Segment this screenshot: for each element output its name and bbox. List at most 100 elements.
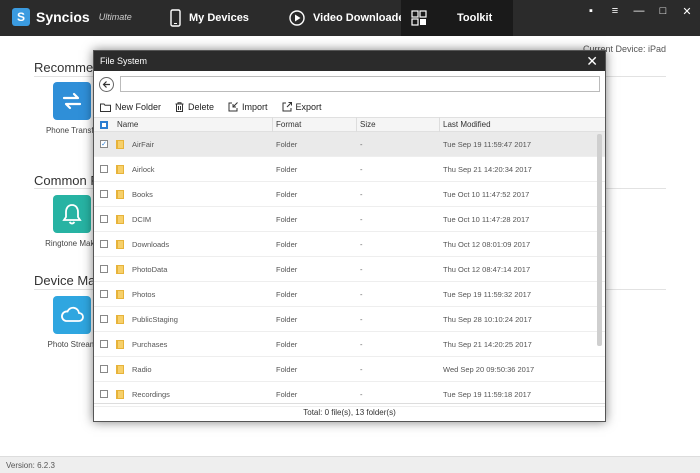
format-cell: Folder (276, 189, 298, 199)
name-cell: PublicStaging (114, 314, 272, 324)
size-cell: - (360, 364, 363, 374)
row-checkbox[interactable] (94, 315, 114, 323)
format-cell: Folder (276, 389, 298, 399)
last-modified-cell: Thu Oct 12 08:01:09 2017 (443, 239, 531, 249)
app-name: Syncios (36, 9, 90, 25)
transfer-arrows-icon (53, 82, 91, 120)
folder-icon (116, 164, 124, 174)
file-name: Radio (132, 364, 152, 374)
row-checkbox[interactable] (94, 265, 114, 273)
vertical-scrollbar[interactable] (597, 134, 602, 346)
dialog-title: File System (100, 56, 148, 66)
column-header-size[interactable]: Size (356, 117, 439, 132)
format-cell: Folder (276, 164, 298, 174)
size-cell: - (360, 239, 363, 249)
last-modified-cell: Thu Sep 28 10:10:24 2017 (443, 314, 532, 324)
menu-icon[interactable]: ≡ (608, 5, 622, 17)
format-cell: Folder (276, 139, 298, 149)
table-row[interactable]: Radio Folder - Wed Sep 20 09:50:36 2017 (94, 357, 605, 382)
folder-icon (116, 189, 124, 199)
column-header-name[interactable]: Name (114, 117, 272, 132)
select-all-checkbox[interactable] (94, 120, 114, 129)
row-checkbox[interactable] (94, 290, 114, 298)
delete-button[interactable]: Delete (175, 102, 214, 112)
last-modified-cell: Thu Oct 12 08:47:14 2017 (443, 264, 531, 274)
row-checkbox-box (100, 315, 108, 323)
file-name: DCIM (132, 214, 152, 224)
row-checkbox-box: ✓ (100, 140, 108, 148)
row-checkbox[interactable] (94, 365, 114, 373)
row-checkbox[interactable] (94, 165, 114, 173)
path-input[interactable] (120, 76, 600, 92)
name-cell: Photos (114, 289, 272, 299)
row-checkbox-box (100, 240, 108, 248)
row-checkbox[interactable]: ✓ (94, 140, 114, 148)
last-modified-cell: Tue Sep 19 11:59:18 2017 (443, 389, 531, 399)
name-cell: DCIM (114, 214, 272, 224)
last-modified-cell: Tue Oct 10 11:47:52 2017 (443, 189, 530, 199)
dialog-titlebar: File System ✕ (94, 51, 605, 71)
file-name: Recordings (132, 389, 170, 399)
size-cell: - (360, 214, 363, 224)
row-checkbox[interactable] (94, 190, 114, 198)
table-row[interactable]: PublicStaging Folder - Thu Sep 28 10:10:24 … (94, 307, 605, 332)
row-checkbox-box (100, 340, 108, 348)
file-name: PublicStaging (132, 314, 178, 324)
last-modified-cell: Wed Sep 20 09:50:36 2017 (443, 364, 535, 374)
table-row[interactable]: Books Folder - Tue Oct 10 11:47:52 2017 (94, 182, 605, 207)
last-modified-cell: Tue Sep 19 11:59:47 2017 (443, 139, 531, 149)
row-checkbox[interactable] (94, 340, 114, 348)
file-name: Downloads (132, 239, 170, 249)
import-button[interactable]: Import (228, 102, 268, 112)
row-checkbox[interactable] (94, 215, 114, 223)
minimize-button[interactable]: — (632, 5, 646, 17)
file-name: Photos (132, 289, 156, 299)
tab-video-downloader-label: Video Downloader (313, 12, 409, 24)
feedback-icon[interactable]: ▪ (584, 5, 598, 17)
column-header-format[interactable]: Format (272, 117, 356, 132)
file-name: PhotoData (132, 264, 168, 274)
folder-icon (116, 364, 124, 374)
section-title-recommended: Recommen (34, 60, 101, 75)
row-checkbox[interactable] (94, 390, 114, 398)
dialog-toolbar: New Folder Delete Import Export (94, 97, 605, 117)
tab-my-devices[interactable]: My Devices (160, 0, 259, 36)
export-button[interactable]: Export (282, 102, 322, 112)
table-row[interactable]: PhotoData Folder - Thu Oct 12 08:47:14 2017 (94, 257, 605, 282)
size-cell: - (360, 289, 363, 299)
tab-toolkit[interactable]: Toolkit (401, 0, 513, 36)
tab-video-downloader[interactable]: Video Downloader (279, 0, 419, 36)
row-checkbox-box (100, 190, 108, 198)
version-label: Version: 6.2.3 (6, 461, 55, 470)
format-cell: Folder (276, 339, 298, 349)
table-row[interactable]: Photos Folder - Tue Sep 19 11:59:32 2017 (94, 282, 605, 307)
select-all-checkbox-box (100, 120, 108, 129)
size-cell: - (360, 314, 363, 324)
name-cell: Airlock (114, 164, 272, 174)
folder-icon (116, 239, 124, 249)
maximize-button[interactable]: □ (656, 5, 670, 17)
status-bar: Version: 6.2.3 (0, 456, 700, 473)
folder-icon (116, 289, 124, 299)
table-row[interactable]: Airlock Folder - Thu Sep 21 14:20:34 2017 (94, 157, 605, 182)
back-arrow-icon[interactable] (99, 76, 114, 92)
table-row[interactable]: Purchases Folder - Thu Sep 21 14:20:25 2017 (94, 332, 605, 357)
phone-icon (170, 9, 181, 27)
name-cell: Books (114, 189, 272, 199)
table-row[interactable]: DCIM Folder - Tue Oct 10 11:47:28 2017 (94, 207, 605, 232)
table-row[interactable]: Downloads Folder - Thu Oct 12 08:01:09 2017 (94, 232, 605, 257)
folder-outline-icon (100, 103, 111, 112)
dialog-close-button[interactable]: ✕ (586, 53, 598, 70)
table-row[interactable]: ✓ AirFair Folder - Tue Sep 19 11:59:47 2017 (94, 132, 605, 157)
column-header-last-modified[interactable]: Last Modified (439, 117, 589, 132)
name-cell: Recordings (114, 389, 272, 399)
size-cell: - (360, 189, 363, 199)
name-cell: AirFair (114, 139, 272, 149)
trash-icon (175, 102, 184, 112)
name-cell: PhotoData (114, 264, 272, 274)
import-icon (228, 102, 238, 112)
close-window-button[interactable]: ✕ (680, 5, 694, 18)
new-folder-button[interactable]: New Folder (100, 102, 161, 112)
name-cell: Purchases (114, 339, 272, 349)
row-checkbox[interactable] (94, 240, 114, 248)
